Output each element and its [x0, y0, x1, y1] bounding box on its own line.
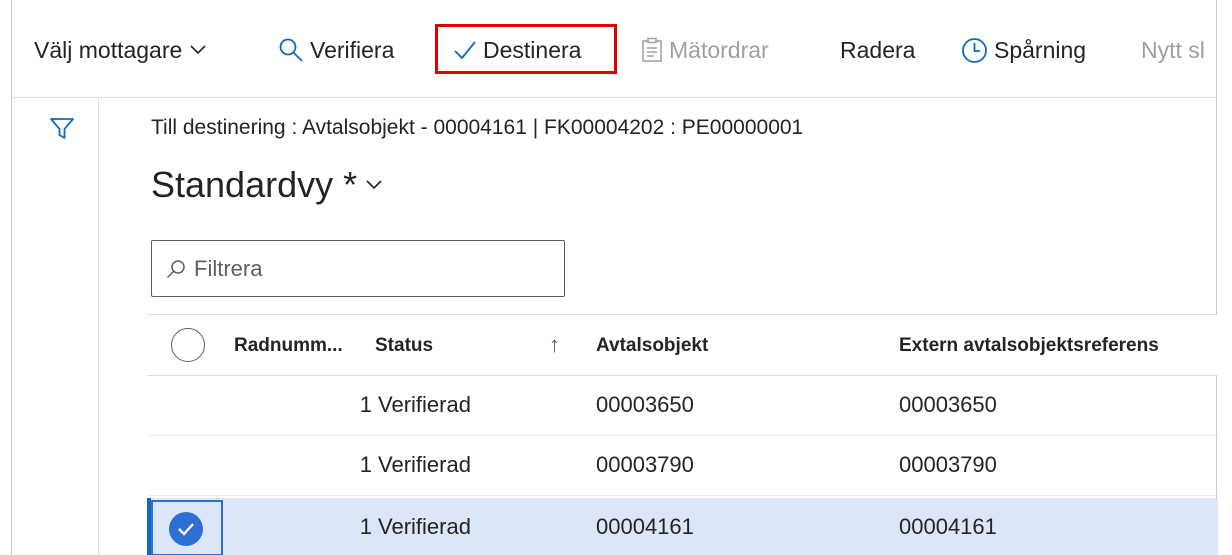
- column-header-status[interactable]: Status: [375, 335, 433, 357]
- table-row[interactable]: 1 Verifierad 00003650 00003650: [147, 376, 1218, 436]
- page-subtitle: Till destinering : Avtalsobjekt - 000041…: [151, 116, 804, 139]
- new-label: Nytt sl: [1141, 36, 1205, 63]
- action-toolbar: Välj mottagare Verifiera Destinera Mätor…: [12, 0, 1216, 98]
- delete-button[interactable]: Radera: [840, 30, 915, 70]
- external-ref-cell: 00003650: [899, 392, 997, 417]
- contract-object-cell[interactable]: 00003650: [596, 392, 694, 418]
- filter-input[interactable]: [194, 255, 534, 282]
- column-header-row-number[interactable]: Radnumm...: [234, 335, 343, 357]
- external-ref-cell: 00004161: [899, 514, 997, 539]
- table-row[interactable]: 1 Verifierad 00003790 00003790: [147, 436, 1218, 496]
- column-header-external-ref[interactable]: Extern avtalsobjektsreferens: [899, 335, 1159, 357]
- verify-label: Verifiera: [310, 36, 395, 63]
- highlight-annotation: [435, 24, 617, 74]
- meter-orders-button[interactable]: Mätordrar: [641, 30, 769, 70]
- view-title: Standardvy *: [151, 164, 358, 205]
- status-cell: Verifierad: [378, 452, 471, 477]
- search-icon: [166, 259, 186, 279]
- chevron-down-icon: [365, 179, 383, 191]
- verify-button[interactable]: Verifiera: [278, 30, 394, 70]
- contract-object-cell[interactable]: 00003790: [596, 452, 694, 478]
- view-selector[interactable]: Standardvy *: [151, 164, 383, 206]
- column-header-contract-object[interactable]: Avtalsobjekt: [596, 335, 708, 357]
- delete-label: Radera: [840, 36, 916, 63]
- filter-icon[interactable]: [49, 117, 75, 146]
- clipboard-icon: [641, 37, 663, 63]
- select-all-checkbox-icon[interactable]: [171, 328, 205, 362]
- search-icon: [278, 37, 304, 63]
- row-number-cell: 1: [359, 392, 372, 417]
- status-cell: Verifierad: [378, 392, 471, 417]
- app-frame: Välj mottagare Verifiera Destinera Mätor…: [11, 0, 1218, 555]
- select-recipient-label: Välj mottagare: [34, 36, 183, 63]
- row-number-cell: 1: [359, 452, 372, 477]
- tracking-label: Spårning: [994, 36, 1087, 63]
- sort-up-icon[interactable]: ↑: [549, 332, 560, 358]
- status-cell: Verifierad: [378, 514, 471, 539]
- grid-header: Radnumm... Status ↑ Avtalsobjekt Extern …: [147, 314, 1218, 376]
- filter-field[interactable]: [151, 240, 565, 297]
- contract-object-cell[interactable]: 00004161: [596, 514, 694, 540]
- row-number-cell: 1: [359, 514, 372, 539]
- data-grid: Radnumm... Status ↑ Avtalsobjekt Extern …: [147, 314, 1218, 555]
- external-ref-cell: 00003790: [899, 452, 997, 477]
- chevron-down-icon: [190, 45, 206, 55]
- meter-orders-label: Mätordrar: [669, 36, 769, 63]
- check-circle-icon[interactable]: [169, 512, 203, 546]
- select-recipient-button[interactable]: Välj mottagare: [34, 30, 206, 70]
- clock-icon: [961, 37, 988, 64]
- left-rail: [12, 98, 99, 555]
- new-button[interactable]: Nytt sl: [1141, 30, 1205, 70]
- table-row-selected[interactable]: 1 Verifierad 00004161 00004161: [147, 498, 1218, 555]
- tracking-button[interactable]: Spårning: [961, 30, 1086, 70]
